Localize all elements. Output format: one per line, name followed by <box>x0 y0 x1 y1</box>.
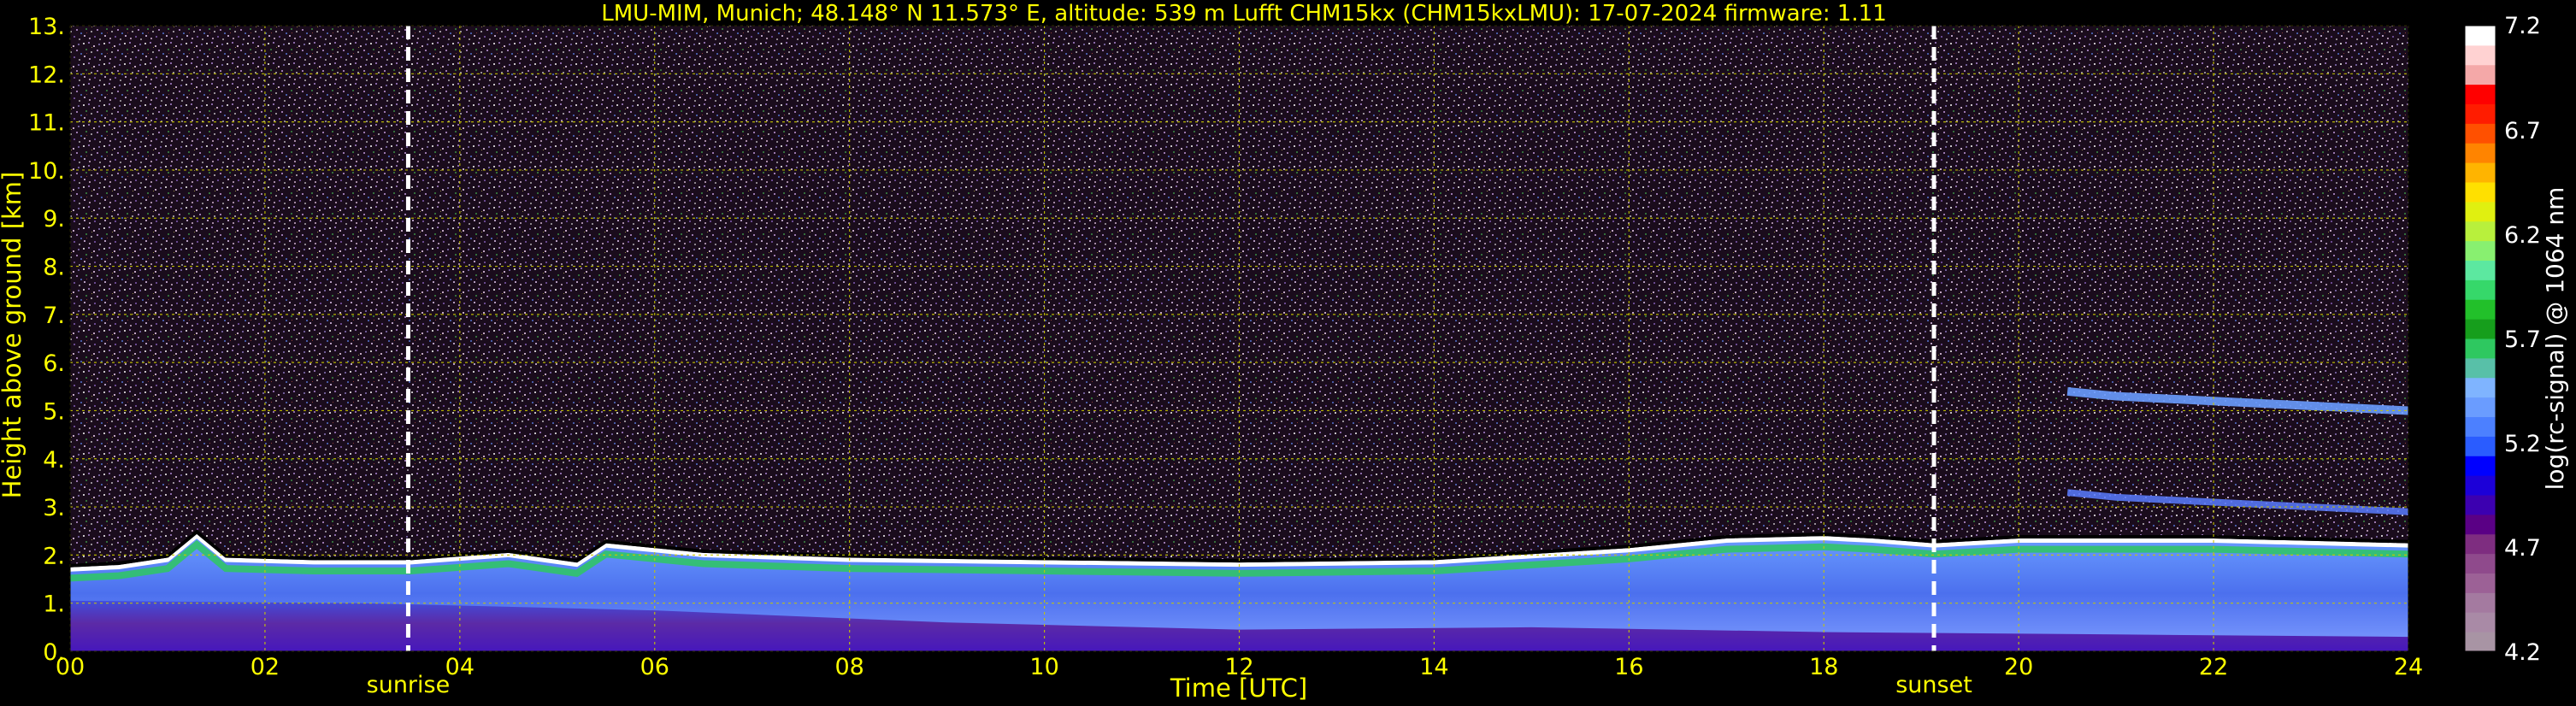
colorbar-segment <box>2465 319 2496 339</box>
colorbar-segment <box>2465 592 2496 613</box>
colorbar-segment <box>2465 632 2496 652</box>
sunrise-label: sunrise <box>367 672 451 698</box>
colorbar-tick-label: 7.2 <box>2504 13 2541 39</box>
colorbar-segment <box>2465 123 2496 144</box>
colorbar-segment <box>2465 240 2496 261</box>
colorbar-segment <box>2465 514 2496 535</box>
colorbar-tick-label: 4.7 <box>2504 535 2541 562</box>
colorbar-segment <box>2465 182 2496 203</box>
colorbar-segment <box>2465 26 2496 46</box>
colorbar-tick-label: 4.2 <box>2504 639 2541 666</box>
x-tick-label: 16 <box>1614 654 1643 680</box>
x-tick-label: 08 <box>834 654 864 680</box>
ceilometer-heatmap-chart: sunrise sunset00 02 04 06 08 10 12 14 16 18 20 22 240… <box>0 1 2569 703</box>
x-tick-label: 22 <box>2199 654 2228 680</box>
colorbar-segment <box>2465 84 2496 104</box>
colorbar-segment <box>2465 495 2496 515</box>
y-tick-label: 11. <box>28 110 65 137</box>
colorbar-segment <box>2465 201 2496 222</box>
x-tick-label: 02 <box>251 654 280 680</box>
colorbar-segment <box>2465 143 2496 163</box>
y-tick-label: 1. <box>43 591 65 618</box>
colorbar-segment <box>2465 475 2496 496</box>
colorbar-segment <box>2465 397 2496 417</box>
y-tick-label: 12. <box>28 62 65 88</box>
x-axis-label: Time [UTC] <box>1170 674 1307 703</box>
y-tick-label: 0. <box>43 639 65 666</box>
colorbar-segment <box>2465 279 2496 300</box>
y-tick-label: 6. <box>43 350 65 377</box>
colorbar-segment <box>2465 299 2496 320</box>
colorbar-segment <box>2465 533 2496 555</box>
colorbar-tick-label: 6.7 <box>2504 118 2541 144</box>
x-tick-label: 04 <box>445 654 475 680</box>
colorbar-tick-label: 5.2 <box>2504 431 2541 457</box>
colorbar-segment <box>2465 260 2496 280</box>
colorbar-segment <box>2465 416 2496 437</box>
y-tick-label: 8. <box>43 255 65 281</box>
x-tick-label: 10 <box>1029 654 1058 680</box>
colorbar-segment <box>2465 377 2496 398</box>
y-axis-label: Height above ground [km] <box>0 172 27 499</box>
x-tick-label: 06 <box>640 654 669 680</box>
y-tick-label: 5. <box>43 398 65 425</box>
colorbar-label: log(rc-signal) @ 1064 nm <box>2541 187 2569 491</box>
y-tick-label: 13. <box>28 14 65 40</box>
y-tick-label: 7. <box>43 303 65 329</box>
colorbar-segment <box>2465 553 2496 574</box>
y-tick-label: 4. <box>43 447 65 474</box>
colorbar-segment <box>2465 64 2496 85</box>
colorbar-segment <box>2465 357 2496 379</box>
sunset-label: sunset <box>1895 672 1972 698</box>
colorbar-segment <box>2465 221 2496 242</box>
colorbar-tick-label: 5.7 <box>2504 327 2541 353</box>
colorbar-segment <box>2465 44 2496 66</box>
x-tick-label: 24 <box>2394 654 2423 680</box>
x-tick-label: 14 <box>1419 654 1448 680</box>
y-tick-label: 2. <box>43 543 65 569</box>
chart-title: LMU-MIM, Munich; 48.148° N 11.573° E, al… <box>601 1 1886 26</box>
x-tick-label: 20 <box>2004 654 2033 680</box>
colorbar-segment <box>2465 456 2496 476</box>
colorbar-segment <box>2465 612 2496 632</box>
colorbar-segment <box>2465 436 2496 456</box>
y-tick-label: 9. <box>43 206 65 232</box>
y-tick-label: 10. <box>28 158 65 185</box>
colorbar-segment <box>2465 162 2496 183</box>
x-tick-label: 18 <box>1809 654 1838 680</box>
y-tick-label: 3. <box>43 495 65 521</box>
colorbar-tick-label: 6.2 <box>2504 222 2541 249</box>
colorbar-segment <box>2465 338 2496 359</box>
colorbar-segment <box>2465 573 2496 593</box>
colorbar-segment <box>2465 103 2496 124</box>
